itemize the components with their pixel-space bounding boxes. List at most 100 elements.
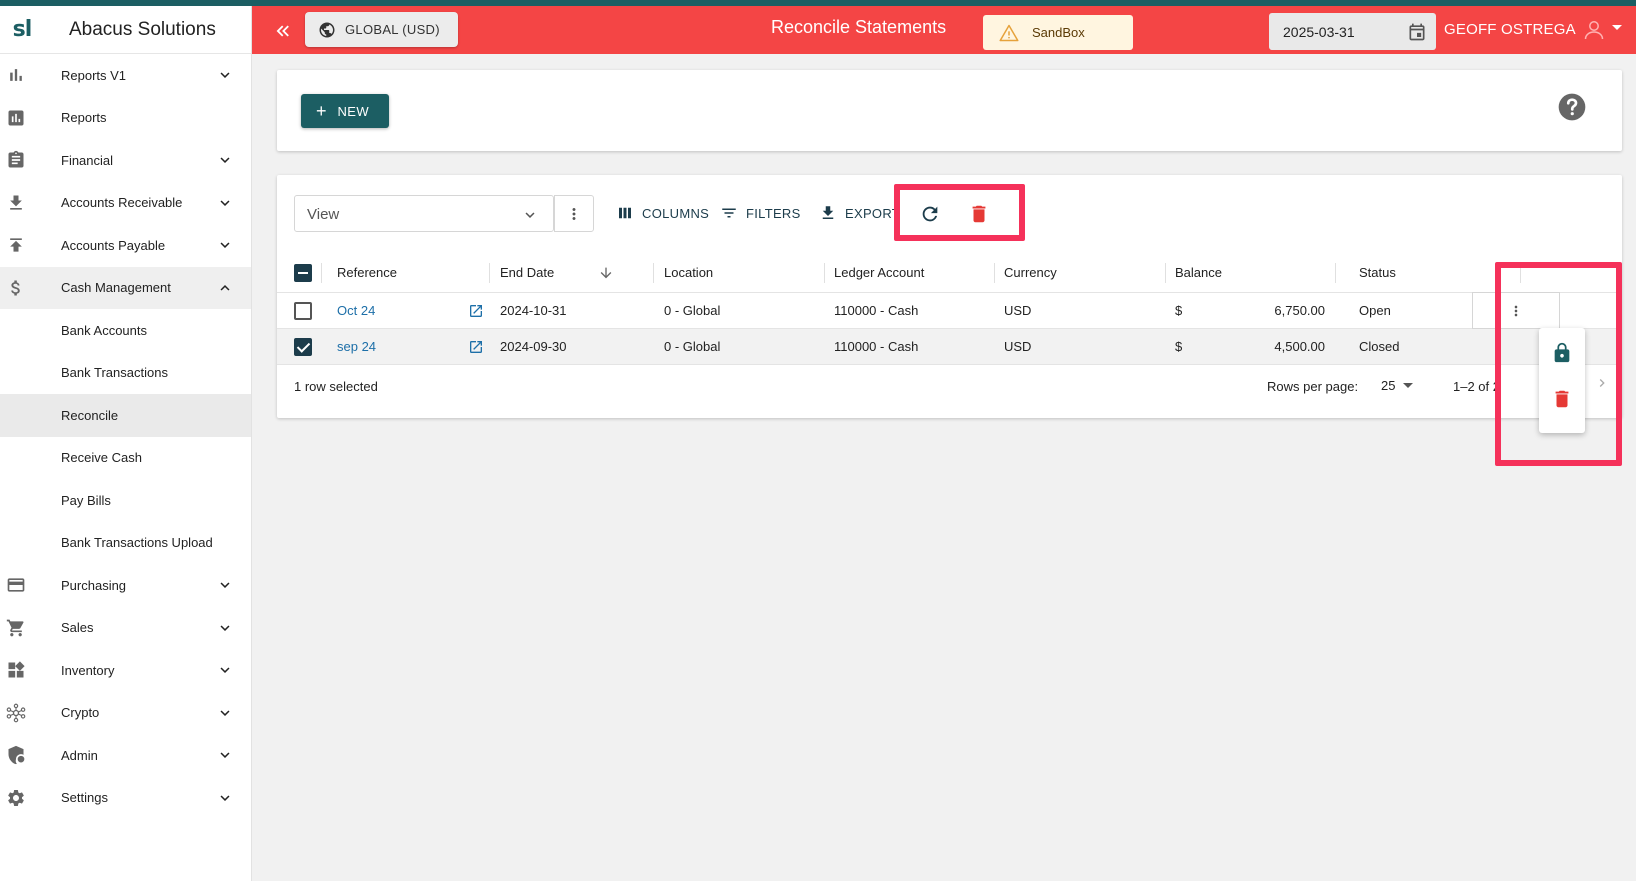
row-checkbox-cell[interactable]	[294, 329, 312, 364]
column-header-status[interactable]: Status	[1359, 253, 1396, 292]
sidebar-subitem-bank-transactions-upload[interactable]: Bank Transactions Upload	[0, 522, 251, 565]
user-avatar-icon[interactable]	[1582, 18, 1606, 42]
column-header-reference[interactable]: Reference	[337, 253, 397, 292]
column-header-currency[interactable]: Currency	[1004, 253, 1057, 292]
sidebar-item-reports-v1[interactable]: Reports V1	[0, 54, 251, 97]
sidebar-item-label: Financial	[61, 152, 114, 168]
column-separator	[653, 263, 654, 283]
column-header-ledger-account[interactable]: Ledger Account	[834, 253, 924, 292]
highlight-box-row-actions	[1495, 262, 1622, 466]
sidebar-subitem-receive-cash[interactable]: Receive Cash	[0, 437, 251, 480]
filters-label: FILTERS	[746, 205, 801, 221]
chevron-down-icon[interactable]	[216, 576, 234, 594]
view-select[interactable]: View	[294, 195, 554, 232]
clipboard-icon	[5, 149, 27, 171]
chevron-down-icon[interactable]	[216, 194, 234, 212]
sidebar-item-accounts-receivable[interactable]: Accounts Receivable	[0, 182, 251, 225]
global-entity-button[interactable]: GLOBAL (USD)	[305, 12, 458, 47]
row-checkbox[interactable]	[294, 301, 312, 320]
help-icon[interactable]	[1556, 91, 1588, 123]
sidebar-item-label: Accounts Payable	[61, 237, 166, 253]
sidebar-subitem-bank-transactions[interactable]: Bank Transactions	[0, 352, 251, 395]
sidebar-item-crypto[interactable]: Crypto	[0, 692, 251, 735]
chevron-down-icon[interactable]	[216, 236, 234, 254]
sidebar-item-label: Accounts Receivable	[61, 195, 183, 211]
chevron-down-icon[interactable]	[216, 661, 234, 679]
chevron-up-icon[interactable]	[216, 279, 234, 297]
chevron-down-icon[interactable]	[216, 704, 234, 722]
chevron-down-icon[interactable]	[216, 151, 234, 169]
chevron-down-icon[interactable]	[216, 619, 234, 637]
table-row[interactable]: Oct 24 2024-10-31 0 - Global 110000 - Ca…	[277, 292, 1622, 329]
analytics-icon	[5, 107, 27, 129]
reference-link[interactable]: Oct 24	[337, 293, 375, 328]
sidebar-item-admin[interactable]: Admin	[0, 734, 251, 777]
sidebar-item-label: Sales	[61, 620, 94, 636]
ledger-account-cell: 110000 - Cash	[834, 303, 919, 318]
new-button[interactable]: + NEW	[301, 94, 389, 128]
sort-desc-icon[interactable]	[598, 253, 614, 292]
global-entity-label: GLOBAL (USD)	[345, 22, 440, 37]
chevron-down-icon[interactable]	[216, 789, 234, 807]
calendar-icon[interactable]	[1407, 22, 1427, 42]
sidebar-subitem-pay-bills[interactable]: Pay Bills	[0, 479, 251, 522]
sidebar-item-accounts-payable[interactable]: Accounts Payable	[0, 224, 251, 267]
column-header-balance[interactable]: Balance	[1175, 253, 1222, 292]
shield-icon	[5, 744, 27, 766]
double-chevron-left-icon[interactable]	[272, 20, 294, 42]
end-date-cell: 2024-09-30	[500, 339, 567, 354]
user-name[interactable]: GEOFF OSTREGA	[1444, 21, 1576, 38]
dashboard-icon	[5, 659, 27, 681]
chevron-down-icon[interactable]	[216, 66, 234, 84]
row-checkbox-cell[interactable]	[294, 293, 312, 328]
sidebar-item-purchasing[interactable]: Purchasing	[0, 564, 251, 607]
bar-chart-icon	[5, 64, 27, 86]
select-all-checkbox[interactable]	[294, 263, 312, 282]
sidebar-item-settings[interactable]: Settings	[0, 777, 251, 820]
reference-link[interactable]: sep 24	[337, 329, 376, 364]
filter-icon	[722, 208, 736, 218]
column-separator	[824, 263, 825, 283]
column-header-end-date[interactable]: End Date	[500, 253, 554, 292]
brand-logo[interactable]: sl	[0, 17, 44, 42]
columns-button[interactable]: COLUMNS	[616, 204, 709, 222]
sidebar-subitem-bank-accounts[interactable]: Bank Accounts	[0, 309, 251, 352]
sidebar-item-cash-management[interactable]: Cash Management	[0, 266, 251, 309]
sidebar-subitem-reconcile[interactable]: Reconcile	[0, 394, 251, 437]
highlight-box-toolbar-actions	[894, 184, 1025, 241]
caret-down-icon[interactable]	[1612, 25, 1622, 30]
balance-cell: 4,500.00	[1274, 339, 1325, 354]
location-cell: 0 - Global	[664, 339, 721, 354]
globe-icon	[319, 22, 335, 37]
sidebar-item-inventory[interactable]: Inventory	[0, 649, 251, 692]
rows-per-page-select[interactable]: 25	[1381, 378, 1414, 393]
sandbox-badge: SandBox	[983, 15, 1133, 50]
chevron-down-icon[interactable]	[216, 746, 234, 764]
sidebar-item-reports[interactable]: Reports	[0, 97, 251, 140]
column-separator	[489, 263, 490, 283]
sidebar-item-label: Inventory	[61, 662, 115, 678]
balance-cell: 6,750.00	[1274, 303, 1325, 318]
open-in-new-icon[interactable]	[468, 293, 484, 328]
network-icon	[5, 702, 27, 724]
row-checkbox[interactable]	[294, 337, 312, 356]
column-header-location[interactable]: Location	[664, 253, 713, 292]
view-more-button[interactable]	[554, 195, 594, 232]
table-header-row: Reference End Date Location Ledger Accou…	[277, 253, 1622, 293]
open-in-new-icon[interactable]	[468, 329, 484, 364]
cart-icon	[5, 617, 27, 639]
as-of-date-field[interactable]: 2025-03-31	[1269, 13, 1436, 50]
sidebar-item-financial[interactable]: Financial	[0, 139, 251, 182]
sidebar-item-label: Crypto	[61, 705, 100, 721]
export-button[interactable]: EXPORT	[819, 204, 900, 222]
filters-button[interactable]: FILTERS	[720, 204, 801, 222]
more-vert-icon	[572, 207, 576, 220]
sidebar-item-label: Reports	[61, 110, 107, 126]
balance-symbol-cell: $	[1175, 339, 1183, 354]
credit-card-icon	[5, 574, 27, 596]
date-value: 2025-03-31	[1283, 23, 1355, 40]
company-name: Abacus Solutions	[69, 18, 216, 40]
select-all-checkbox-cell[interactable]	[294, 253, 312, 292]
sidebar-item-sales[interactable]: Sales	[0, 607, 251, 650]
table-row[interactable]: sep 24 2024-09-30 0 - Global 110000 - Ca…	[277, 329, 1622, 365]
